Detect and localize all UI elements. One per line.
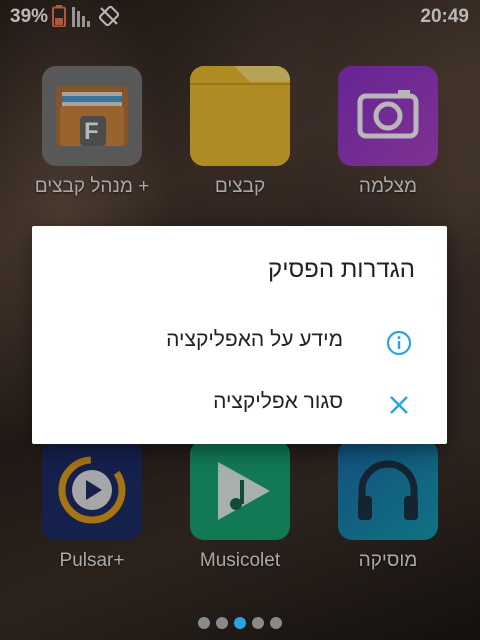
page-dot[interactable] bbox=[270, 617, 282, 629]
menu-item-label: סגור אפליקציה bbox=[213, 390, 343, 413]
page-dot-active[interactable] bbox=[234, 617, 246, 629]
menu-item-close-app[interactable]: סגור אפליקציה bbox=[32, 376, 447, 432]
page-dot[interactable] bbox=[216, 617, 228, 629]
shortcut-settings-dialog: הגדרות הפסיק מידע על האפליקציה סגור אפלי… bbox=[32, 226, 447, 444]
page-dot[interactable] bbox=[252, 617, 264, 629]
dialog-title: הגדרות הפסיק bbox=[268, 256, 415, 283]
close-icon bbox=[390, 396, 408, 414]
page-indicator bbox=[198, 617, 282, 629]
info-icon bbox=[386, 330, 412, 356]
menu-item-app-info[interactable]: מידע על האפליקציה bbox=[32, 314, 447, 370]
page-dot[interactable] bbox=[198, 617, 210, 629]
menu-item-label: מידע על האפליקציה bbox=[166, 328, 343, 351]
